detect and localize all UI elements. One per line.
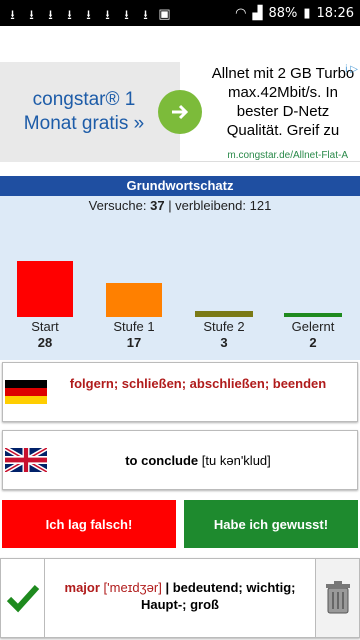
download-icon: ⭳ (48, 7, 53, 22)
english-pronunciation: [tu kən'klud] (201, 453, 271, 468)
ad-banner[interactable]: congstar® 1 Monat gratis » Allnet mit 2 … (0, 62, 360, 162)
battery-percent: 88% (268, 5, 298, 21)
download-icon: ⭳ (86, 7, 91, 22)
download-icon: ⭳ (143, 7, 148, 22)
remaining-value: 121 (249, 198, 272, 213)
bar-gelernt (284, 313, 342, 317)
arrow-right-icon[interactable] (158, 90, 202, 134)
correct-button[interactable]: Habe ich gewusst! (184, 500, 358, 548)
checkmark-icon (6, 584, 39, 613)
ad-info-badge[interactable]: i ▷ (345, 64, 358, 75)
trash-icon (325, 581, 350, 614)
remaining-label: | verbleibend: (168, 198, 247, 213)
delete-button[interactable] (315, 559, 359, 637)
stage-count: 17 (126, 335, 142, 350)
wifi-icon: ◠ (235, 5, 247, 21)
download-icon: ⭳ (29, 7, 34, 22)
german-translation: folgern; schließen; abschließen; beenden (69, 376, 327, 391)
german-flag-icon (5, 380, 47, 404)
stage-count: 3 (220, 335, 228, 350)
bar-stufe-2 (195, 311, 253, 317)
download-icon: ⭳ (124, 7, 129, 22)
lesson-title: Grundwortschatz (0, 176, 360, 196)
bar-stufe-1 (106, 283, 162, 317)
ad-url: m.congstar.de/Allnet-Flat-A (227, 150, 348, 161)
attempts-value: 37 (150, 198, 165, 213)
notification-icons: ⭳ ⭳ ⭳ ⭳ ⭳ ⭳ ⭳ ⭳ ▣ (6, 6, 171, 22)
english-card[interactable]: to conclude [tu kən'klud] (2, 430, 358, 490)
next-word-pronunciation: ['meɪdʒər] (103, 580, 162, 595)
checkmark-button[interactable] (1, 559, 45, 637)
download-icon: ⭳ (67, 7, 72, 22)
english-term: to conclude [tu kən'klud] (63, 453, 333, 468)
signal-icon: ▟ (252, 5, 263, 21)
ad-right-text: Allnet mit 2 GB Turbo max.42Mbit/s. In b… (211, 65, 355, 139)
download-icon: ⭳ (10, 7, 15, 22)
separator: | (165, 580, 170, 595)
ad-left-panel: congstar® 1 Monat gratis » (0, 62, 180, 162)
stage-label: Start (31, 319, 59, 334)
stage-count: 2 (309, 335, 317, 350)
bar-start (17, 261, 73, 317)
stage-count: 28 (37, 335, 53, 350)
attempt-counts: Versuche: 37 | verbleibend: 121 (0, 198, 360, 213)
screenshot-icon: ▣ (158, 6, 171, 21)
next-word: major (64, 580, 100, 595)
attempts-label: Versuche: (88, 198, 147, 213)
german-card[interactable]: folgern; schließen; abschließen; beenden (2, 362, 358, 422)
uk-flag-icon (5, 448, 47, 472)
stage-label: Stufe 2 (203, 319, 245, 334)
ad-left-text: congstar® 1 Monat gratis » (23, 89, 145, 134)
next-word-card: major ['meɪdʒər] | bedeutend; wichtig; H… (0, 558, 360, 638)
status-bar: ⭳ ⭳ ⭳ ⭳ ⭳ ⭳ ⭳ ⭳ ▣ ◠ ▟ 88% ▮ 18:26 (0, 0, 360, 26)
wrong-button[interactable]: Ich lag falsch! (2, 500, 176, 548)
stage-label: Stufe 1 (113, 319, 155, 334)
download-icon: ⭳ (105, 7, 110, 22)
progress-chart: Versuche: 37 | verbleibend: 121 Start 28 S… (0, 196, 360, 360)
clock: 18:26 (316, 5, 354, 21)
next-word-text: major ['meɪdʒər] | bedeutend; wichtig; H… (53, 579, 307, 613)
stage-label: Gelernt (291, 319, 335, 334)
english-word: to conclude (125, 453, 199, 468)
battery-icon: ▮ (303, 5, 311, 21)
